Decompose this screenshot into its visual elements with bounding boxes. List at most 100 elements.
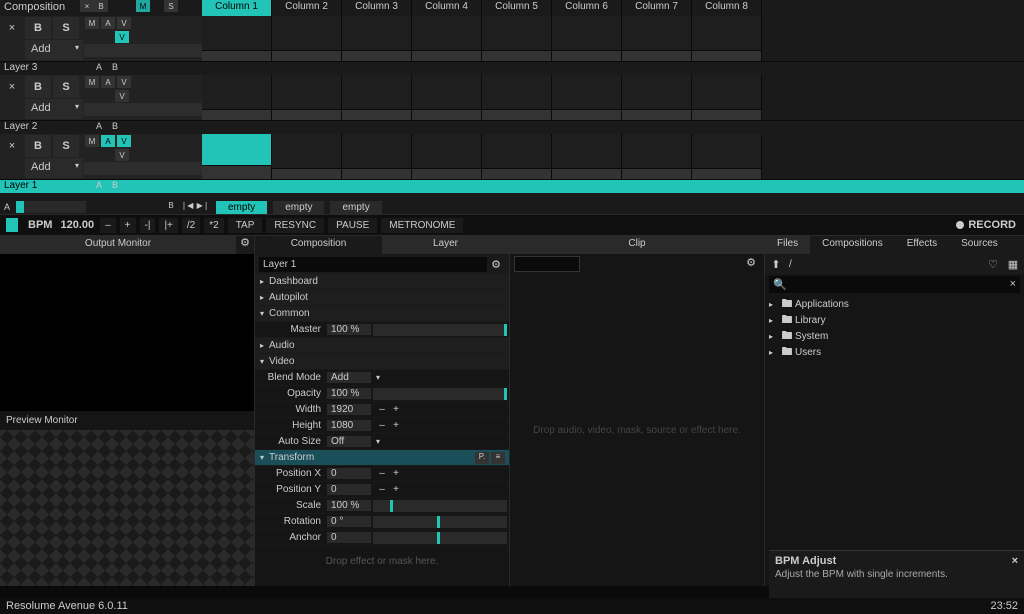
layer-ab-a[interactable]: A — [92, 121, 106, 134]
layer-add[interactable]: Add — [25, 158, 83, 178]
layer-solo[interactable]: S — [53, 76, 79, 98]
clip-cell[interactable] — [412, 16, 481, 51]
master-value[interactable]: 100 % — [327, 324, 371, 335]
layer-v2[interactable]: V — [115, 149, 129, 161]
nav-up-icon[interactable]: ⬆ — [769, 258, 783, 271]
column-header-2[interactable]: Column 2 — [272, 0, 341, 16]
rotation-value[interactable]: 0 ° — [327, 516, 371, 527]
composition-solo[interactable]: S — [164, 0, 178, 12]
layer-name[interactable]: Layer 3 — [0, 62, 84, 75]
path-breadcrumb[interactable]: / — [789, 259, 980, 270]
layer-m[interactable]: M — [85, 17, 99, 29]
composition-x[interactable]: × — [80, 0, 94, 12]
layer-gear-icon[interactable]: ⚙ — [487, 258, 505, 271]
video-section[interactable]: Video — [267, 356, 337, 367]
clip-cell[interactable] — [202, 16, 271, 51]
clip-drop-area[interactable]: Drop audio, video, mask, source or effec… — [510, 274, 764, 586]
menu-icon[interactable]: ≡ — [491, 452, 505, 464]
layer-v[interactable]: V — [117, 135, 131, 147]
clip-cell[interactable] — [482, 134, 551, 169]
autosize-dropdown[interactable]: Off — [327, 436, 371, 447]
transform-section[interactable]: Transform — [267, 452, 337, 463]
layer-name[interactable]: Layer 1 — [0, 180, 84, 193]
height-inc[interactable]: + — [391, 420, 401, 431]
height-value[interactable]: 1080 — [327, 420, 371, 431]
bpm-dec[interactable]: – — [100, 218, 116, 233]
effects-tab[interactable]: Effects — [895, 236, 949, 254]
column-header-8[interactable]: Column 8 — [692, 0, 761, 16]
tooltip-close-icon[interactable]: × — [1012, 555, 1018, 567]
bpm-double[interactable]: *2 — [204, 218, 223, 233]
layer-add[interactable]: Add — [25, 99, 83, 119]
layer-ab-b[interactable]: B — [108, 180, 122, 193]
layer-name[interactable]: Layer 2 — [0, 121, 84, 134]
posx-inc[interactable]: + — [391, 468, 401, 479]
pause-button[interactable]: PAUSE — [328, 218, 377, 233]
autopilot-section[interactable]: Autopilot — [267, 292, 337, 303]
clip-cell[interactable] — [552, 75, 621, 110]
audio-section[interactable]: Audio — [267, 340, 337, 351]
clip-cell[interactable] — [272, 75, 341, 110]
layer-clear[interactable]: × — [0, 16, 24, 39]
column-header-5[interactable]: Column 5 — [482, 0, 551, 16]
folder-item[interactable]: ▸🖿Library — [765, 312, 1024, 328]
heart-icon[interactable]: ♡ — [986, 258, 1000, 271]
tap-button[interactable]: TAP — [228, 218, 263, 233]
layer-v[interactable]: V — [117, 76, 131, 88]
height-dec[interactable]: – — [377, 420, 387, 431]
composition-b[interactable]: B — [94, 0, 108, 12]
layer-v2[interactable]: V — [115, 31, 129, 43]
layer-solo[interactable]: S — [53, 135, 79, 157]
deck-empty-3[interactable]: empty — [330, 201, 381, 214]
posx-value[interactable]: 0 — [327, 468, 371, 479]
clip-cell[interactable] — [692, 134, 761, 169]
layer-fader[interactable] — [84, 103, 202, 116]
layer-ab-a[interactable]: A — [92, 180, 106, 193]
clip-cell[interactable] — [412, 134, 481, 169]
clip-cell[interactable] — [552, 16, 621, 51]
layer-bypass[interactable]: B — [25, 76, 51, 98]
folder-item[interactable]: ▸🖿System — [765, 328, 1024, 344]
layer-ab-b[interactable]: B — [108, 121, 122, 134]
bpm-div-dec[interactable]: -| — [140, 218, 156, 233]
layer-fader[interactable] — [84, 162, 202, 175]
column-header-7[interactable]: Column 7 — [622, 0, 691, 16]
layer-solo[interactable]: S — [53, 17, 79, 39]
scale-slider[interactable] — [373, 500, 507, 512]
rotation-slider[interactable] — [373, 516, 507, 528]
clip-cell[interactable] — [202, 75, 271, 110]
sources-tab[interactable]: Sources — [949, 236, 1010, 254]
clip-gear-icon[interactable]: ⚙ — [742, 256, 760, 272]
folder-item[interactable]: ▸🖿Users — [765, 344, 1024, 360]
composition-tab[interactable]: Composition — [255, 236, 382, 254]
crossfader-slider[interactable] — [16, 201, 86, 213]
layer-name-input[interactable] — [259, 257, 487, 272]
bpm-inc[interactable]: + — [120, 218, 136, 233]
clip-cell[interactable] — [342, 16, 411, 51]
clip-cell[interactable] — [622, 75, 691, 110]
clip-cell[interactable] — [342, 75, 411, 110]
blend-dropdown[interactable]: Add — [327, 372, 371, 383]
posy-dec[interactable]: – — [377, 484, 387, 495]
layer-a[interactable]: A — [101, 135, 115, 147]
deck-empty-2[interactable]: empty — [273, 201, 324, 214]
layer-clear[interactable]: × — [0, 134, 24, 157]
nav-b[interactable]: B — [164, 201, 178, 213]
layer-v[interactable]: V — [117, 17, 131, 29]
layer-fader[interactable] — [84, 44, 202, 57]
layer-m[interactable]: M — [85, 76, 99, 88]
clip-cell[interactable] — [622, 134, 691, 169]
folder-item[interactable]: ▸🖿Applications — [765, 296, 1024, 312]
resync-button[interactable]: RESYNC — [266, 218, 324, 233]
clip-cell[interactable] — [342, 134, 411, 169]
clip-cell[interactable] — [692, 75, 761, 110]
layer-tab[interactable]: Layer — [382, 236, 509, 254]
clear-search-icon[interactable]: × — [1010, 278, 1016, 290]
output-gear-icon[interactable]: ⚙ — [236, 236, 254, 254]
layer-ab-a[interactable]: A — [92, 62, 106, 75]
scale-value[interactable]: 100 % — [327, 500, 371, 511]
layer-bypass[interactable]: B — [25, 17, 51, 39]
clip-cell[interactable] — [202, 134, 271, 166]
layer-bypass[interactable]: B — [25, 135, 51, 157]
layer-m[interactable]: M — [85, 135, 99, 147]
